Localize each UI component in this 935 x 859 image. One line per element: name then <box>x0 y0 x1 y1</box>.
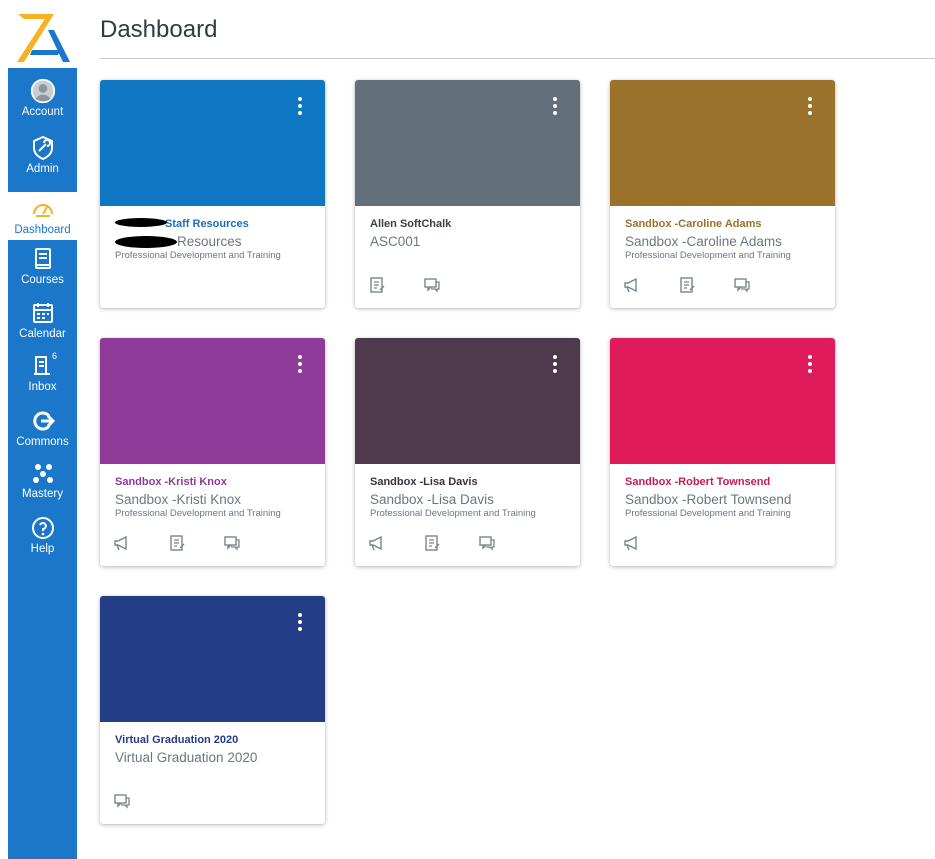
nav-admin-label: Admin <box>26 163 59 175</box>
nav-courses-label: Courses <box>21 274 64 286</box>
course-card[interactable]: Sandbox -Caroline Adams Sandbox -Carolin… <box>610 80 835 308</box>
nav-calendar[interactable]: Calendar <box>8 300 77 340</box>
course-term: Professional Development and Training <box>115 250 281 261</box>
account-icon <box>30 78 55 104</box>
announcements-icon[interactable] <box>622 533 642 553</box>
course-name[interactable]: Sandbox -Lisa Davis <box>370 475 570 489</box>
assignments-icon[interactable] <box>167 533 187 553</box>
canvas-logo[interactable] <box>8 0 77 68</box>
nav-mastery[interactable]: Mastery <box>8 460 77 500</box>
course-code: ASC001 <box>370 234 421 249</box>
announcements-icon[interactable] <box>622 275 642 295</box>
logo-icon <box>17 14 70 62</box>
course-card-hero[interactable] <box>100 80 325 206</box>
course-code: Virtual Graduation 2020 <box>115 750 258 765</box>
course-card-hero[interactable] <box>100 596 325 722</box>
nav-dashboard[interactable]: Dashboard <box>8 192 77 240</box>
assignments-icon[interactable] <box>422 533 442 553</box>
assignments-icon[interactable] <box>367 275 387 295</box>
nav-commons[interactable]: Commons <box>8 408 77 448</box>
inbox-badge: 6 <box>52 351 58 361</box>
course-name[interactable]: Sandbox -Kristi Knox <box>115 475 315 489</box>
help-icon <box>31 517 54 539</box>
calendar-icon <box>32 303 53 323</box>
card-options-icon[interactable] <box>552 97 558 117</box>
courses-icon <box>34 248 51 269</box>
mastery-icon <box>32 464 53 483</box>
nav-admin[interactable]: Admin <box>8 135 77 175</box>
course-code: Sandbox -Robert Townsend <box>625 492 792 507</box>
course-term: Professional Development and Training <box>625 250 791 261</box>
header-divider <box>100 58 935 59</box>
commons-icon <box>32 411 55 431</box>
course-name[interactable]: Virtual Graduation 2020 <box>115 733 315 747</box>
nav-dashboard-label: Dashboard <box>14 224 71 236</box>
card-options-icon[interactable] <box>297 613 303 633</box>
announcements-icon[interactable] <box>367 533 387 553</box>
global-navigation: Account Admin Dashboard Courses Calendar… <box>8 68 77 859</box>
course-term: Professional Development and Training <box>370 508 536 519</box>
course-card[interactable]: Sandbox -Lisa Davis Sandbox -Lisa Davis … <box>355 338 580 566</box>
card-options-icon[interactable] <box>297 97 303 117</box>
discussions-icon[interactable] <box>422 275 442 295</box>
announcements-icon[interactable] <box>112 533 132 553</box>
redaction-mark <box>115 218 167 227</box>
nav-inbox-label: Inbox <box>28 381 57 393</box>
discussions-icon[interactable] <box>112 791 132 811</box>
inbox-icon <box>33 356 50 375</box>
course-code: Sandbox -Caroline Adams <box>625 234 782 249</box>
nav-help[interactable]: Help <box>8 515 77 555</box>
course-card-hero[interactable] <box>610 338 835 464</box>
admin-icon <box>32 135 53 161</box>
nav-mastery-label: Mastery <box>22 488 63 500</box>
discussions-icon[interactable] <box>477 533 497 553</box>
course-card[interactable]: Sandbox -Robert Townsend Sandbox -Robert… <box>610 338 835 566</box>
card-options-icon[interactable] <box>807 355 813 375</box>
course-name[interactable]: Allen SoftChalk <box>370 217 570 231</box>
redaction-mark <box>115 236 177 248</box>
nav-courses[interactable]: Courses <box>8 246 77 286</box>
course-card[interactable]: Allen SoftChalk ASC001 <box>355 80 580 308</box>
course-name[interactable]: Sandbox -Robert Townsend <box>625 475 825 489</box>
nav-calendar-label: Calendar <box>19 328 66 340</box>
course-code: Sandbox -Lisa Davis <box>370 492 494 507</box>
nav-help-label: Help <box>30 543 55 555</box>
course-card[interactable]: Virtual Graduation 2020 Virtual Graduati… <box>100 596 325 824</box>
course-code: Sandbox -Kristi Knox <box>115 492 242 507</box>
course-card-hero[interactable] <box>355 80 580 206</box>
course-card-hero[interactable] <box>610 80 835 206</box>
nav-commons-label: Commons <box>16 436 69 448</box>
course-card-hero[interactable] <box>355 338 580 464</box>
card-options-icon[interactable] <box>552 355 558 375</box>
discussions-icon[interactable] <box>222 533 242 553</box>
nav-account-label: Account <box>21 106 64 118</box>
course-card-hero[interactable] <box>100 338 325 464</box>
course-card[interactable]: Sandbox -Kristi Knox Sandbox -Kristi Kno… <box>100 338 325 566</box>
course-term: Professional Development and Training <box>115 508 281 519</box>
card-options-icon[interactable] <box>807 97 813 117</box>
discussions-icon[interactable] <box>732 275 752 295</box>
page-title: Dashboard <box>100 16 218 43</box>
course-card[interactable]: Staff Resources Resources Professional D… <box>100 80 325 308</box>
assignments-icon[interactable] <box>677 275 697 295</box>
course-term: Professional Development and Training <box>625 508 791 519</box>
course-name[interactable]: Sandbox -Caroline Adams <box>625 217 825 231</box>
nav-inbox[interactable]: 6 Inbox <box>8 351 77 393</box>
nav-account[interactable]: Account <box>8 78 77 118</box>
card-options-icon[interactable] <box>297 355 303 375</box>
dashboard-icon <box>32 204 53 217</box>
